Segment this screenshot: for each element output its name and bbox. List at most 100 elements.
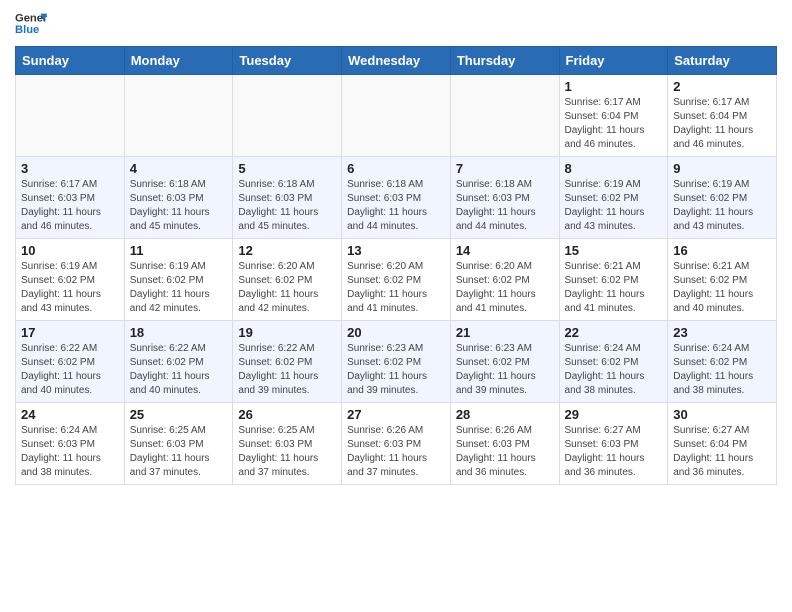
day-number: 4 bbox=[130, 161, 228, 176]
calendar-cell: 7 Sunrise: 6:18 AM Sunset: 6:03 PM Daylig… bbox=[450, 157, 559, 239]
calendar-cell: 4 Sunrise: 6:18 AM Sunset: 6:03 PM Daylig… bbox=[124, 157, 233, 239]
day-number: 6 bbox=[347, 161, 445, 176]
calendar-header-wednesday: Wednesday bbox=[342, 47, 451, 75]
calendar-cell: 30Sunrise: 6:27 AM Sunset: 6:04 PM Dayli… bbox=[668, 403, 777, 485]
calendar-week-1: 1 Sunrise: 6:17 AM Sunset: 6:04 PM Daylig… bbox=[16, 75, 777, 157]
calendar-header-tuesday: Tuesday bbox=[233, 47, 342, 75]
calendar-cell: 1 Sunrise: 6:17 AM Sunset: 6:04 PM Daylig… bbox=[559, 75, 668, 157]
day-number: 12 bbox=[238, 243, 336, 258]
day-info: Sunrise: 6:25 AM Sunset: 6:03 PM Dayligh… bbox=[130, 424, 228, 480]
calendar-cell: 20 Sunrise: 6:23 AM Sunset: 6:02 PM Dayli… bbox=[342, 321, 451, 403]
day-info: Sunrise: 6:21 AM Sunset: 6:02 PM Dayligh… bbox=[565, 260, 663, 316]
day-number: 2 bbox=[673, 79, 771, 94]
calendar-cell: 6 Sunrise: 6:18 AM Sunset: 6:03 PM Daylig… bbox=[342, 157, 451, 239]
calendar-cell: 28Sunrise: 6:26 AM Sunset: 6:03 PM Dayli… bbox=[450, 403, 559, 485]
calendar-cell bbox=[342, 75, 451, 157]
calendar-cell: 25 Sunrise: 6:25 AM Sunset: 6:03 PM Dayli… bbox=[124, 403, 233, 485]
day-number: 3 bbox=[21, 161, 119, 176]
day-number: 19 bbox=[238, 325, 336, 340]
calendar-cell: 27Sunrise: 6:26 AM Sunset: 6:03 PM Dayli… bbox=[342, 403, 451, 485]
day-info: Sunrise: 6:18 AM Sunset: 6:03 PM Dayligh… bbox=[130, 178, 228, 234]
logo-area: General Blue bbox=[15, 10, 47, 38]
day-info: Sunrise: 6:22 AM Sunset: 6:02 PM Dayligh… bbox=[21, 342, 119, 398]
calendar-cell: 19Sunrise: 6:22 AM Sunset: 6:02 PM Dayli… bbox=[233, 321, 342, 403]
calendar-cell: 5 Sunrise: 6:18 AM Sunset: 6:03 PM Daylig… bbox=[233, 157, 342, 239]
svg-text:Blue: Blue bbox=[15, 24, 39, 36]
calendar-week-3: 10 Sunrise: 6:19 AM Sunset: 6:02 PM Dayli… bbox=[16, 239, 777, 321]
calendar-header-sunday: Sunday bbox=[16, 47, 125, 75]
day-number: 16 bbox=[673, 243, 771, 258]
calendar-week-4: 17Sunrise: 6:22 AM Sunset: 6:02 PM Dayli… bbox=[16, 321, 777, 403]
day-number: 8 bbox=[565, 161, 663, 176]
day-info: Sunrise: 6:19 AM Sunset: 6:02 PM Dayligh… bbox=[673, 178, 771, 234]
calendar-header-monday: Monday bbox=[124, 47, 233, 75]
day-info: Sunrise: 6:24 AM Sunset: 6:02 PM Dayligh… bbox=[565, 342, 663, 398]
day-number: 29 bbox=[565, 407, 663, 422]
day-info: Sunrise: 6:26 AM Sunset: 6:03 PM Dayligh… bbox=[347, 424, 445, 480]
day-info: Sunrise: 6:17 AM Sunset: 6:03 PM Dayligh… bbox=[21, 178, 119, 234]
calendar-cell: 2 Sunrise: 6:17 AM Sunset: 6:04 PM Daylig… bbox=[668, 75, 777, 157]
day-info: Sunrise: 6:24 AM Sunset: 6:03 PM Dayligh… bbox=[21, 424, 119, 480]
day-number: 15 bbox=[565, 243, 663, 258]
calendar-cell: 14 Sunrise: 6:20 AM Sunset: 6:02 PM Dayli… bbox=[450, 239, 559, 321]
day-number: 11 bbox=[130, 243, 228, 258]
calendar-cell: 17Sunrise: 6:22 AM Sunset: 6:02 PM Dayli… bbox=[16, 321, 125, 403]
day-info: Sunrise: 6:19 AM Sunset: 6:02 PM Dayligh… bbox=[565, 178, 663, 234]
day-number: 20 bbox=[347, 325, 445, 340]
day-number: 30 bbox=[673, 407, 771, 422]
day-number: 24 bbox=[21, 407, 119, 422]
calendar-cell: 22 Sunrise: 6:24 AM Sunset: 6:02 PM Dayli… bbox=[559, 321, 668, 403]
header: General Blue bbox=[15, 10, 777, 38]
calendar-cell: 18 Sunrise: 6:22 AM Sunset: 6:02 PM Dayli… bbox=[124, 321, 233, 403]
day-info: Sunrise: 6:21 AM Sunset: 6:02 PM Dayligh… bbox=[673, 260, 771, 316]
calendar-cell: 13Sunrise: 6:20 AM Sunset: 6:02 PM Dayli… bbox=[342, 239, 451, 321]
calendar-table: SundayMondayTuesdayWednesdayThursdayFrid… bbox=[15, 46, 777, 485]
day-info: Sunrise: 6:19 AM Sunset: 6:02 PM Dayligh… bbox=[21, 260, 119, 316]
calendar-cell bbox=[124, 75, 233, 157]
calendar-cell bbox=[233, 75, 342, 157]
calendar-cell: 9 Sunrise: 6:19 AM Sunset: 6:02 PM Daylig… bbox=[668, 157, 777, 239]
day-number: 10 bbox=[21, 243, 119, 258]
day-info: Sunrise: 6:23 AM Sunset: 6:02 PM Dayligh… bbox=[347, 342, 445, 398]
calendar-header-saturday: Saturday bbox=[668, 47, 777, 75]
day-info: Sunrise: 6:27 AM Sunset: 6:03 PM Dayligh… bbox=[565, 424, 663, 480]
day-info: Sunrise: 6:17 AM Sunset: 6:04 PM Dayligh… bbox=[673, 96, 771, 152]
day-number: 22 bbox=[565, 325, 663, 340]
day-info: Sunrise: 6:17 AM Sunset: 6:04 PM Dayligh… bbox=[565, 96, 663, 152]
day-number: 9 bbox=[673, 161, 771, 176]
calendar-cell: 11 Sunrise: 6:19 AM Sunset: 6:02 PM Dayli… bbox=[124, 239, 233, 321]
day-number: 14 bbox=[456, 243, 554, 258]
day-number: 18 bbox=[130, 325, 228, 340]
calendar-cell bbox=[450, 75, 559, 157]
calendar-cell: 15 Sunrise: 6:21 AM Sunset: 6:02 PM Dayli… bbox=[559, 239, 668, 321]
calendar-cell bbox=[16, 75, 125, 157]
logo-icon: General Blue bbox=[15, 10, 47, 38]
day-info: Sunrise: 6:25 AM Sunset: 6:03 PM Dayligh… bbox=[238, 424, 336, 480]
day-number: 21 bbox=[456, 325, 554, 340]
calendar-cell: 23 Sunrise: 6:24 AM Sunset: 6:02 PM Dayli… bbox=[668, 321, 777, 403]
day-info: Sunrise: 6:26 AM Sunset: 6:03 PM Dayligh… bbox=[456, 424, 554, 480]
calendar-week-2: 3 Sunrise: 6:17 AM Sunset: 6:03 PM Daylig… bbox=[16, 157, 777, 239]
day-info: Sunrise: 6:18 AM Sunset: 6:03 PM Dayligh… bbox=[347, 178, 445, 234]
day-info: Sunrise: 6:24 AM Sunset: 6:02 PM Dayligh… bbox=[673, 342, 771, 398]
day-info: Sunrise: 6:18 AM Sunset: 6:03 PM Dayligh… bbox=[456, 178, 554, 234]
day-number: 7 bbox=[456, 161, 554, 176]
calendar-cell: 29 Sunrise: 6:27 AM Sunset: 6:03 PM Dayli… bbox=[559, 403, 668, 485]
calendar-cell: 21Sunrise: 6:23 AM Sunset: 6:02 PM Dayli… bbox=[450, 321, 559, 403]
day-number: 13 bbox=[347, 243, 445, 258]
calendar-cell: 26 Sunrise: 6:25 AM Sunset: 6:03 PM Dayli… bbox=[233, 403, 342, 485]
page: General Blue SundayMondayTuesdayWednesda… bbox=[0, 0, 792, 500]
day-number: 5 bbox=[238, 161, 336, 176]
day-number: 1 bbox=[565, 79, 663, 94]
day-number: 23 bbox=[673, 325, 771, 340]
day-info: Sunrise: 6:18 AM Sunset: 6:03 PM Dayligh… bbox=[238, 178, 336, 234]
calendar-header-thursday: Thursday bbox=[450, 47, 559, 75]
calendar-header-friday: Friday bbox=[559, 47, 668, 75]
day-info: Sunrise: 6:20 AM Sunset: 6:02 PM Dayligh… bbox=[456, 260, 554, 316]
day-number: 26 bbox=[238, 407, 336, 422]
day-info: Sunrise: 6:19 AM Sunset: 6:02 PM Dayligh… bbox=[130, 260, 228, 316]
day-info: Sunrise: 6:22 AM Sunset: 6:02 PM Dayligh… bbox=[130, 342, 228, 398]
day-info: Sunrise: 6:20 AM Sunset: 6:02 PM Dayligh… bbox=[238, 260, 336, 316]
calendar-header-row: SundayMondayTuesdayWednesdayThursdayFrid… bbox=[16, 47, 777, 75]
day-number: 25 bbox=[130, 407, 228, 422]
